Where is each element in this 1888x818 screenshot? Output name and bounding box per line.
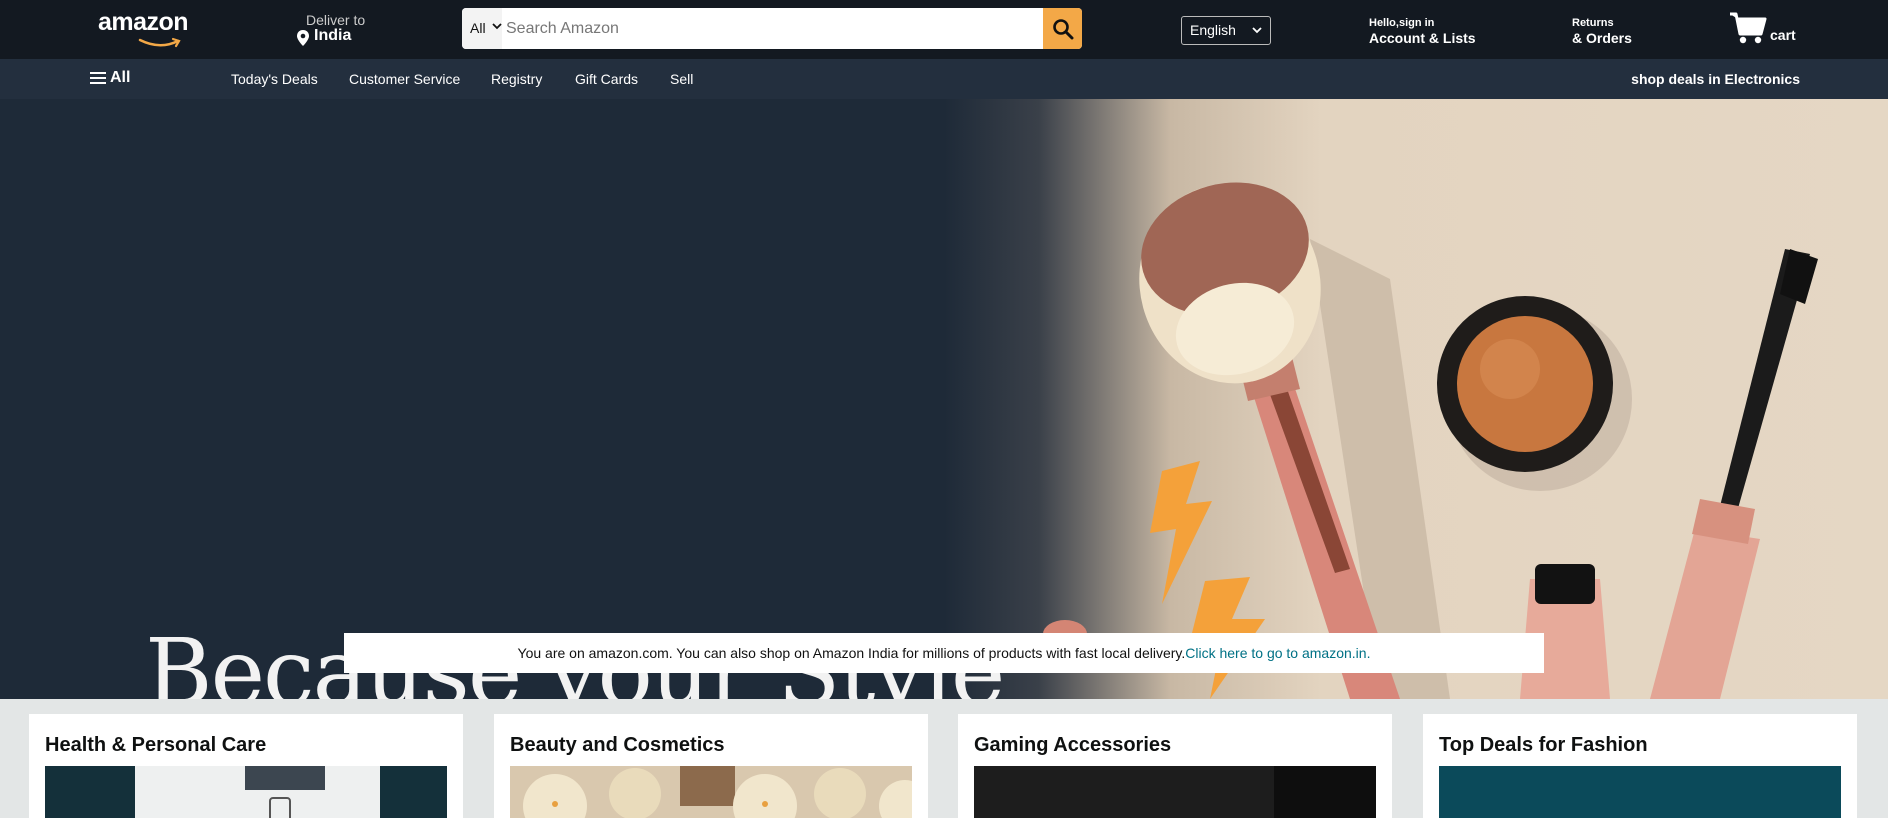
logo-text: amazon <box>98 8 189 36</box>
card-health-personal-care[interactable]: Health & Personal Care <box>29 714 463 818</box>
search-category-label: All <box>470 20 486 36</box>
hero-banner[interactable]: Because your Style <box>0 99 1888 699</box>
all-menu-label: All <box>110 69 131 86</box>
deliver-label: Deliver to <box>306 12 366 28</box>
promo-link-electronics[interactable]: shop deals in Electronics <box>1631 71 1800 87</box>
cart-label: cart <box>1770 27 1796 43</box>
returns-label: Returns <box>1572 17 1614 29</box>
search-input[interactable] <box>502 8 1022 49</box>
chevron-down-icon <box>492 23 502 30</box>
returns-orders[interactable]: Returns & Orders <box>1572 17 1632 46</box>
card-image[interactable] <box>45 766 447 818</box>
account-lists-label: Account & Lists <box>1369 30 1476 46</box>
amazon-logo[interactable]: amazon <box>98 8 189 48</box>
deliver-location: India <box>314 27 352 44</box>
search-button[interactable] <box>1043 8 1082 49</box>
search-category-select[interactable]: All <box>462 8 502 49</box>
hamburger-icon <box>90 72 106 84</box>
search-bar: All <box>462 8 1082 49</box>
smile-arrow-icon <box>138 37 181 48</box>
amazon-in-link[interactable]: Click here to go to amazon.in. <box>1185 645 1370 661</box>
nav-link-customer-service[interactable]: Customer Service <box>349 71 460 87</box>
card-gaming-accessories[interactable]: Gaming Accessories <box>958 714 1392 818</box>
all-menu-button[interactable]: All <box>90 69 130 87</box>
nav-link-sell[interactable]: Sell <box>670 71 693 87</box>
language-select[interactable]: English <box>1181 16 1271 45</box>
card-image-graphic <box>1439 766 1841 818</box>
locale-notice-text: You are on amazon.com. You can also shop… <box>517 645 1186 661</box>
search-icon <box>1052 18 1073 39</box>
sub-nav: All Today's Deals Customer Service Regis… <box>0 59 1888 99</box>
card-title: Gaming Accessories <box>974 734 1172 756</box>
card-title: Health & Personal Care <box>45 734 267 756</box>
account-lists[interactable]: Hello,sign in Account & Lists <box>1369 17 1476 46</box>
top-nav: amazon Deliver to India All Engli <box>0 0 1888 59</box>
cart-button[interactable]: cart <box>1728 10 1808 48</box>
card-title: Top Deals for Fashion <box>1439 734 1648 756</box>
card-image[interactable] <box>1439 766 1841 818</box>
card-image[interactable] <box>974 766 1376 818</box>
nav-link-todays-deals[interactable]: Today's Deals <box>231 71 318 87</box>
card-top-deals-fashion[interactable]: Top Deals for Fashion <box>1423 714 1857 818</box>
card-image-graphic <box>974 766 1376 818</box>
locale-notice: You are on amazon.com. You can also shop… <box>344 633 1544 673</box>
card-image[interactable] <box>510 766 912 818</box>
chevron-down-icon <box>1252 27 1262 34</box>
hero-cosmetics-image <box>1043 182 1818 699</box>
card-beauty-cosmetics[interactable]: Beauty and Cosmetics <box>494 714 928 818</box>
account-greeting: Hello,sign in <box>1369 17 1435 29</box>
card-image-graphic <box>45 766 447 818</box>
card-title: Beauty and Cosmetics <box>510 734 725 756</box>
cart-icon <box>1730 12 1767 44</box>
card-image-graphic <box>510 766 912 818</box>
location-pin-icon <box>297 30 309 46</box>
orders-label: & Orders <box>1572 30 1632 46</box>
nav-link-registry[interactable]: Registry <box>491 71 542 87</box>
nav-link-gift-cards[interactable]: Gift Cards <box>575 71 638 87</box>
language-label: English <box>1190 22 1236 38</box>
